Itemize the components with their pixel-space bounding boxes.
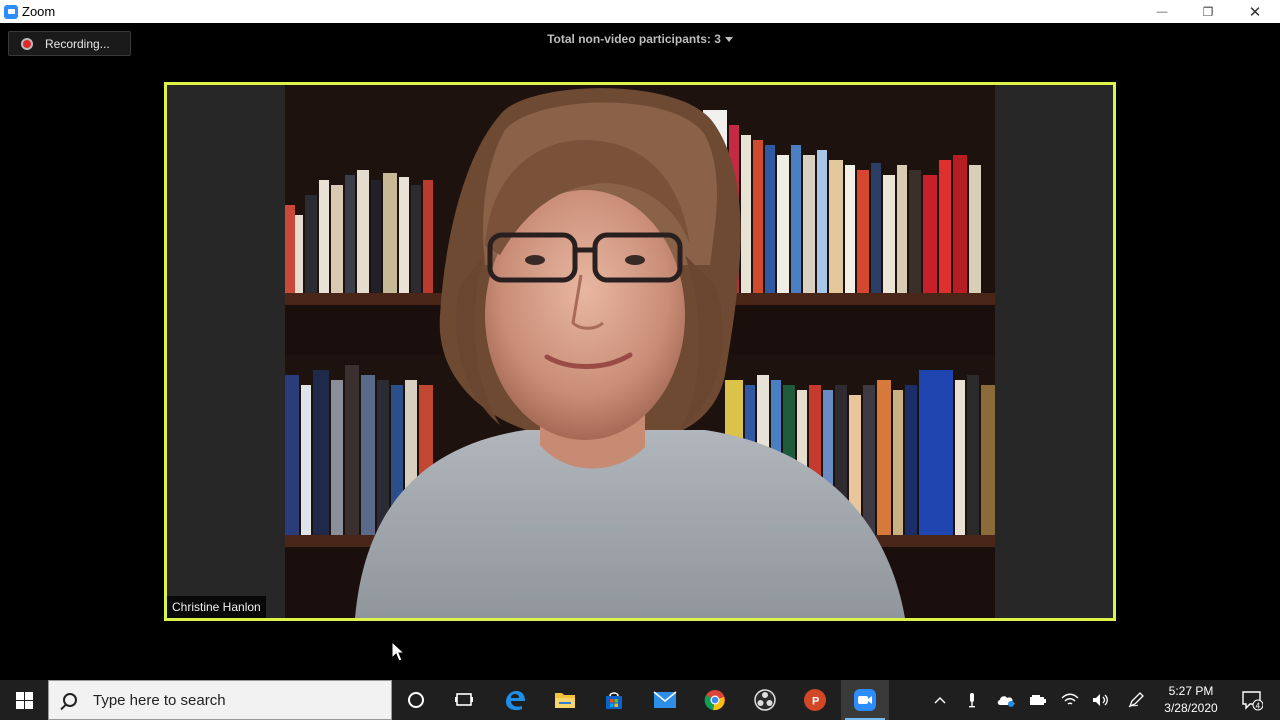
file-explorer-icon xyxy=(555,693,575,708)
cortana-icon xyxy=(408,692,424,708)
windows-logo-icon xyxy=(15,691,33,709)
obs-icon xyxy=(754,689,776,711)
restore-icon: ❐ xyxy=(1202,4,1214,19)
mail-icon xyxy=(653,691,677,708)
caret-down-icon xyxy=(724,37,733,43)
onedrive-icon xyxy=(997,696,1015,707)
battery-icon xyxy=(1030,695,1046,705)
clock-time: 5:27 PM xyxy=(1168,684,1214,698)
mail-button[interactable] xyxy=(641,680,689,720)
microphone-icon xyxy=(969,693,975,708)
pen-icon xyxy=(1128,692,1144,708)
obs-button[interactable] xyxy=(741,680,789,720)
powerpoint-button[interactable]: P xyxy=(791,680,839,720)
onedrive-tray-button[interactable] xyxy=(992,680,1020,720)
video-tile[interactable]: Christine Hanlon xyxy=(164,82,1116,621)
chrome-button[interactable] xyxy=(691,680,739,720)
file-explorer-button[interactable] xyxy=(541,680,589,720)
title-bar: Zoom — ❐ ✕ xyxy=(0,0,1280,23)
store-icon xyxy=(606,692,622,709)
minimize-button[interactable]: — xyxy=(1139,0,1185,23)
volume-icon xyxy=(1093,694,1108,706)
clock-date: 3/28/2020 xyxy=(1164,701,1218,715)
search-placeholder: Type here to search xyxy=(93,691,226,709)
show-hidden-icons-button[interactable] xyxy=(928,680,952,720)
participant-video xyxy=(285,85,995,618)
windows-taskbar: Type here to search P 5:27 PM 3/28/2020 … xyxy=(0,680,1280,720)
store-button[interactable] xyxy=(590,680,638,720)
edge-icon xyxy=(506,690,525,711)
window-title: Zoom xyxy=(22,4,56,19)
start-button[interactable] xyxy=(0,680,48,720)
wifi-icon xyxy=(1061,693,1079,705)
taskbar-clock[interactable]: 5:27 PM 3/28/2020 xyxy=(1158,683,1224,717)
powerpoint-icon: P xyxy=(804,689,826,711)
mouse-cursor-icon xyxy=(391,641,405,662)
video-frame-image xyxy=(285,85,995,618)
task-view-button[interactable] xyxy=(440,680,488,720)
pen-workspace-button[interactable] xyxy=(1124,680,1148,720)
edge-button[interactable] xyxy=(491,680,539,720)
participants-label: Total non-video participants: 3 xyxy=(547,32,721,46)
chevron-up-icon xyxy=(934,697,946,704)
restore-button[interactable]: ❐ xyxy=(1185,0,1231,23)
zoom-icon xyxy=(854,689,876,711)
action-center-button[interactable]: 4 xyxy=(1232,680,1272,720)
close-button[interactable]: ✕ xyxy=(1232,0,1278,23)
volume-tray-button[interactable] xyxy=(1089,680,1113,720)
battery-tray-button[interactable] xyxy=(1026,680,1050,720)
chrome-icon xyxy=(704,690,725,711)
task-view-icon xyxy=(455,693,473,706)
powerpoint-letter: P xyxy=(812,696,819,708)
zoom-app-icon xyxy=(4,4,18,19)
notification-icon: 4 xyxy=(1242,691,1263,711)
participant-name-label: Christine Hanlon xyxy=(167,596,266,618)
minimize-icon: — xyxy=(1156,5,1168,18)
notification-count: 4 xyxy=(1256,702,1261,711)
taskbar-search-box[interactable]: Type here to search xyxy=(48,680,392,720)
wifi-tray-button[interactable] xyxy=(1058,680,1082,720)
cortana-button[interactable] xyxy=(392,680,440,720)
zoom-taskbar-button[interactable] xyxy=(841,680,889,720)
close-icon: ✕ xyxy=(1248,3,1262,21)
microphone-tray-button[interactable] xyxy=(960,680,984,720)
non-video-participants-dropdown[interactable]: Total non-video participants: 3 xyxy=(0,32,1280,46)
search-icon xyxy=(63,693,77,707)
